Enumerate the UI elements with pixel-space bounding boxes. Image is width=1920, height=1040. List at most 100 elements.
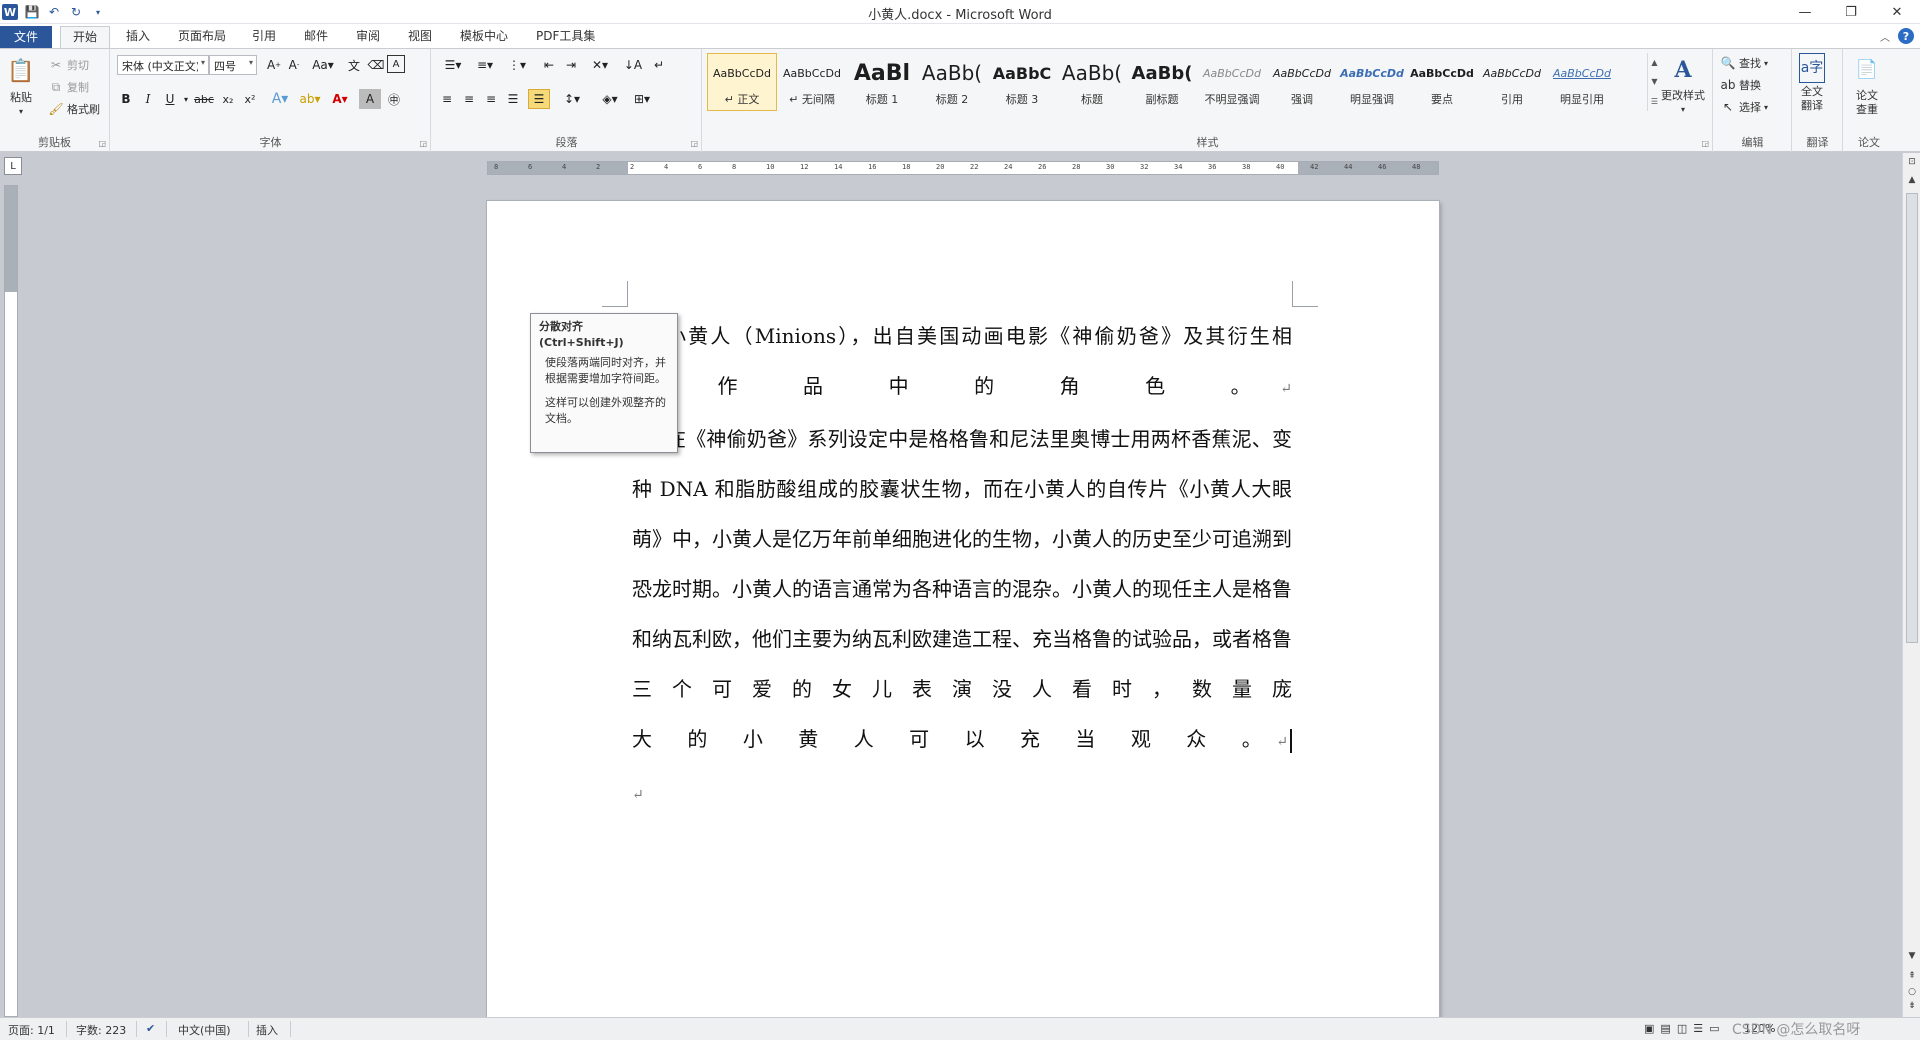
style-item[interactable]: AaBb(标题 [1057,53,1127,111]
format-painter-button[interactable]: 🖌 格式刷 [48,101,100,117]
outline-icon[interactable]: ☰ [1693,1022,1703,1035]
restore-button[interactable]: ❐ [1828,0,1874,24]
chevron-down-icon[interactable]: ▼ [1651,77,1657,86]
highlight-icon[interactable]: ab▾ [299,89,321,109]
tab-pdf-tools[interactable]: PDF工具集 [524,26,607,48]
chevron-up-icon[interactable]: ▲ [1651,58,1657,67]
full-screen-reading-icon[interactable]: ▤ [1660,1022,1670,1035]
tab-review[interactable]: 审阅 [344,26,392,48]
ruler-toggle-icon[interactable]: ⊡ [1905,155,1919,169]
enclose-char-icon[interactable]: ㊥ [383,89,405,109]
copy-button[interactable]: ⧉ 复制 [48,79,89,95]
close-button[interactable]: ✕ [1874,0,1920,24]
paragraph-2-last-line[interactable]: 大 的 小 黄 人 可 以 充 当 观 众 。↵ [632,714,1292,767]
clipboard-launcher-icon[interactable]: ◲ [98,139,106,148]
font-name-combo[interactable]: 宋体 (中文正文) ▾ [117,55,209,75]
style-item[interactable]: AaBb(标题 2 [917,53,987,111]
next-page-icon[interactable]: ⇟ [1905,999,1919,1013]
align-right-icon[interactable]: ≡ [480,89,502,109]
paragraph-1-line-1[interactable]: 小黄人（Minions），出自美国动画电影《神偷奶爸》及其衍生相 [632,311,1292,361]
distributed-align-icon[interactable]: ☰ [528,89,550,109]
minimize-button[interactable]: — [1782,0,1828,24]
print-layout-icon[interactable]: ▣ [1644,1022,1654,1035]
char-shading-icon[interactable]: A [359,89,381,109]
align-center-icon[interactable]: ≡ [458,89,480,109]
style-item[interactable]: AaBbCcDd 强调 [1267,53,1337,111]
justify-icon[interactable]: ☰ [502,89,524,109]
style-item[interactable]: AaBbCcDd ↵ 正文 [707,53,777,111]
style-item[interactable]: AaBbCcDd 明显引用 [1547,53,1617,111]
scroll-down-icon[interactable]: ▼ [1905,949,1919,963]
font-color-icon[interactable]: A▾ [329,89,351,109]
gallery-scroll[interactable]: ▲ ▼ ☰ [1647,53,1661,111]
web-layout-icon[interactable]: ◫ [1677,1022,1687,1035]
scroll-up-icon[interactable]: ▲ [1905,173,1919,187]
full-translate-button[interactable]: a字 全文 翻译 [1799,53,1825,113]
sort-icon[interactable]: ↓A [622,55,644,75]
text-effects-icon[interactable]: A▾ [269,89,291,109]
page-count[interactable]: 页面: 1/1 [8,1022,55,1038]
line-spacing-icon[interactable]: ↕▾ [558,89,586,109]
browse-object-icon[interactable]: ○ [1905,985,1919,999]
horizontal-ruler[interactable]: 8 6 4 2 2 4 6 8 10 12 14 16 18 20 22 24 26 28 30 32 34 36 38 40… [487,161,1439,175]
style-item[interactable]: AaBbCcDd 明显强调 [1337,53,1407,111]
font-launcher-icon[interactable]: ◲ [419,139,427,148]
tab-page-layout[interactable]: 页面布局 [166,26,238,48]
paste-button[interactable]: 📋 粘贴 ▾ [4,55,38,119]
paragraph-1-line-2[interactable]: 关 作 品 中 的 角 色 。↵ [632,361,1292,414]
phonetic-guide-icon[interactable]: 文 [343,55,365,75]
word-count[interactable]: 字数: 223 [76,1022,126,1038]
bold-icon[interactable]: B [115,89,137,109]
tab-mailings[interactable]: 邮件 [292,26,340,48]
numbering-icon[interactable]: ≡▾ [470,55,500,75]
font-size-combo[interactable]: 四号 ▾ [209,55,257,75]
more-icon[interactable]: ☰ [1651,97,1658,106]
find-button[interactable]: 🔍 查找 ▾ [1720,55,1769,71]
tab-home[interactable]: 开始 [60,26,111,48]
shrink-font-icon[interactable]: A- [283,55,305,75]
paragraph-2[interactable]: 在《神偷奶爸》系列设定中是格格鲁和尼法里奥博士用两杯香蕉泥、变种 DNA 和脂肪… [632,414,1292,714]
draft-icon[interactable]: ▭ [1709,1022,1719,1035]
tab-file[interactable]: 文件 [0,26,52,48]
clear-format-icon[interactable]: ⌫ [365,55,387,75]
empty-paragraph[interactable]: ↵ [632,767,1292,820]
align-left-icon[interactable]: ≡ [436,89,458,109]
show-marks-icon[interactable]: ↵ [648,55,670,75]
tab-template-center[interactable]: 模板中心 [448,26,520,48]
tab-references[interactable]: 引用 [240,26,288,48]
scroll-thumb[interactable] [1906,193,1918,643]
borders-icon[interactable]: ⊞▾ [628,89,656,109]
tab-insert[interactable]: 插入 [114,26,162,48]
grow-font-icon[interactable]: A + [263,55,285,75]
superscript-icon[interactable]: x² [239,89,261,109]
bullets-icon[interactable]: ☰▾ [438,55,468,75]
change-case-icon[interactable]: Aa▾ [309,55,337,75]
document-body[interactable]: 小黄人（Minions），出自美国动画电影《神偷奶爸》及其衍生相 关 作 品 中… [632,311,1292,820]
strikethrough-icon[interactable]: abc [193,89,215,109]
subscript-icon[interactable]: x₂ [217,89,239,109]
decrease-indent-icon[interactable]: ⇤ [538,55,560,75]
thesis-check-button[interactable]: 📄 论文 查重 [1850,53,1884,117]
vertical-scrollbar[interactable]: ⊡ ▲ ▼ ⇞ ○ ⇟ [1902,153,1920,1017]
tab-view[interactable]: 视图 [396,26,444,48]
style-item[interactable]: AaBbCcDd 不明显强调 [1197,53,1267,111]
replace-button[interactable]: ab 替换 [1720,77,1762,93]
style-item[interactable]: AaBbCcDd 要点 [1407,53,1477,111]
tab-selector-icon[interactable]: L [4,157,22,175]
shading-icon[interactable]: ◈▾ [596,89,624,109]
insert-mode[interactable]: 插入 [256,1022,278,1038]
help-icon[interactable]: ? [1898,28,1914,44]
style-item[interactable]: AaBbCcDd ↵ 无间隔 [777,53,847,111]
style-item[interactable]: AaBbCcDd 引用 [1477,53,1547,111]
italic-icon[interactable]: I [137,89,159,109]
style-item[interactable]: AaBb(副标题 [1127,53,1197,111]
proofing-icon[interactable]: ✔ [146,1022,155,1035]
prev-page-icon[interactable]: ⇞ [1905,969,1919,983]
style-item[interactable]: AaBbC 标题 3 [987,53,1057,111]
cut-button[interactable]: ✂ 剪切 [48,57,89,73]
select-button[interactable]: ↖ 选择 ▾ [1720,99,1768,115]
increase-indent-icon[interactable]: ⇥ [560,55,582,75]
change-styles-button[interactable]: A 更改样式 ▾ [1661,53,1705,117]
vertical-ruler[interactable] [4,185,18,1017]
style-item[interactable]: AaBl 标题 1 [847,53,917,111]
